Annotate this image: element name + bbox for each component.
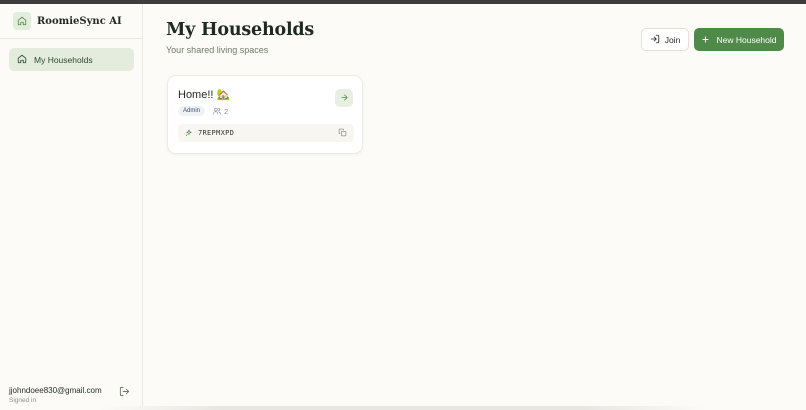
join-label: Join bbox=[664, 34, 681, 45]
divider bbox=[0, 38, 143, 39]
join-button[interactable]: Join bbox=[641, 28, 689, 51]
role-badge: Admin bbox=[178, 106, 206, 116]
arrow-right-icon bbox=[340, 89, 349, 107]
login-icon bbox=[650, 31, 660, 49]
plus-icon bbox=[701, 31, 710, 49]
new-household-label: New Household bbox=[716, 34, 777, 45]
member-count: 2 bbox=[213, 106, 228, 116]
home-icon bbox=[13, 12, 31, 30]
users-icon bbox=[213, 102, 221, 120]
sparkles-icon bbox=[185, 124, 193, 142]
page-subtitle: Your shared living spaces bbox=[166, 45, 269, 55]
brand: RoomieSync AI bbox=[13, 12, 122, 30]
open-household-button[interactable] bbox=[335, 89, 353, 107]
invite-code: 7REPMXPD bbox=[178, 124, 354, 142]
logout-button[interactable] bbox=[117, 386, 131, 400]
page-title: My Households bbox=[166, 20, 315, 40]
copy-icon bbox=[338, 124, 347, 142]
household-name: Home!! 🏡 bbox=[178, 89, 231, 101]
household-card[interactable]: Home!! 🏡 Admin 2 7REPMXPD bbox=[167, 75, 363, 154]
logout-icon bbox=[119, 384, 130, 402]
member-count-value: 2 bbox=[224, 106, 229, 116]
sidebar-item-my-households[interactable]: My Households bbox=[9, 48, 134, 71]
app-name: RoomieSync AI bbox=[37, 15, 122, 27]
sidebar-item-label: My Households bbox=[34, 54, 93, 65]
copy-code-button[interactable] bbox=[336, 127, 348, 139]
sidebar: RoomieSync AI My Households jjohndoee830… bbox=[0, 4, 143, 410]
new-household-button[interactable]: New Household bbox=[694, 28, 784, 51]
bottom-shadow bbox=[100, 406, 706, 410]
invite-code-value: 7REPMXPD bbox=[198, 129, 235, 137]
home-icon bbox=[17, 51, 27, 69]
